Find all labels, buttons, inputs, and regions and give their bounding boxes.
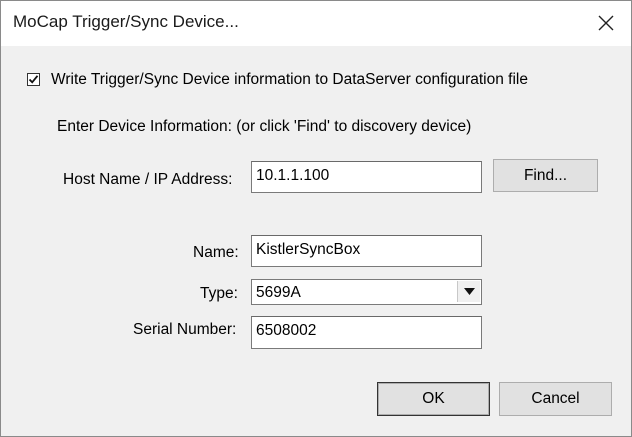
write-config-label[interactable]: Write Trigger/Sync Device information to…	[51, 71, 528, 89]
checkmark-icon	[28, 75, 39, 84]
close-button[interactable]	[587, 5, 625, 41]
write-config-checkbox[interactable]	[27, 73, 40, 86]
type-label: Type:	[200, 285, 238, 302]
close-icon	[598, 15, 614, 31]
cancel-button[interactable]: Cancel	[499, 382, 612, 416]
instructions-text: Enter Device Information: (or click 'Fin…	[57, 118, 472, 135]
trigger-sync-device-dialog: MoCap Trigger/Sync Device... Write Trigg…	[0, 0, 632, 437]
serial-label: Serial Number:	[133, 321, 237, 338]
type-select-value: 5699A	[256, 284, 301, 301]
host-input[interactable]: 10.1.1.100	[251, 161, 482, 193]
name-label: Name:	[193, 244, 239, 261]
host-label: Host Name / IP Address:	[63, 171, 233, 188]
dropdown-button[interactable]	[457, 281, 480, 302]
find-button[interactable]: Find...	[493, 159, 598, 192]
title-bar: MoCap Trigger/Sync Device...	[1, 1, 631, 46]
name-input[interactable]: KistlerSyncBox	[251, 235, 482, 267]
type-select[interactable]: 5699A	[251, 279, 482, 305]
serial-input[interactable]: 6508002	[251, 316, 482, 349]
window-title: MoCap Trigger/Sync Device...	[13, 12, 239, 31]
chevron-down-icon	[463, 288, 475, 295]
ok-button[interactable]: OK	[377, 382, 490, 416]
